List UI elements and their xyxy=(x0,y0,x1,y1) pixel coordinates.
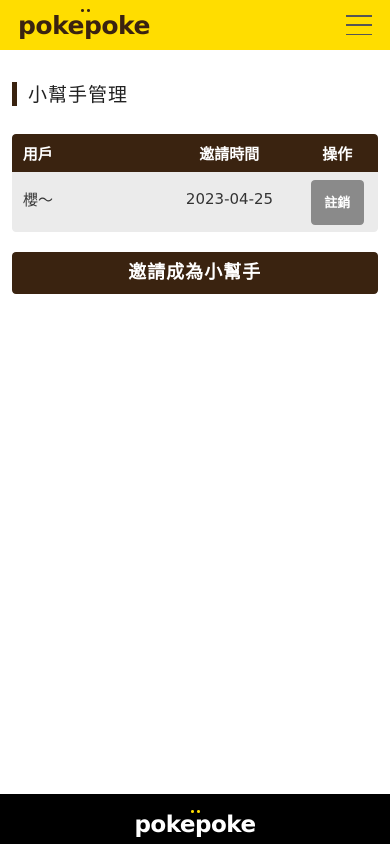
page-title: 小幫手管理 xyxy=(12,80,128,107)
footer-logo-text: pokepoke xyxy=(134,811,256,838)
page-title-text: 小幫手管理 xyxy=(28,84,129,106)
footer-logo-dots-icon xyxy=(191,809,201,814)
column-header-invite-time: 邀請時間 xyxy=(199,144,260,163)
hamburger-menu-icon[interactable] xyxy=(346,15,372,35)
helpers-table: 用戶 邀請時間 操作 櫻～ 2023-04-25 註銷 xyxy=(12,134,378,232)
invite-helper-button[interactable]: 邀請成為小幫手 xyxy=(12,252,378,294)
title-accent-bar xyxy=(12,81,17,106)
revoke-button[interactable]: 註銷 xyxy=(311,179,364,225)
table-header: 用戶 邀請時間 操作 xyxy=(12,134,378,172)
logo-dots-icon xyxy=(81,8,91,13)
app-footer: pokepoke xyxy=(0,794,390,844)
column-header-action: 操作 xyxy=(322,144,353,163)
header-logo-text: pokepoke xyxy=(18,10,150,40)
row-action-cell: 註銷 xyxy=(297,179,378,225)
footer-logo[interactable]: pokepoke xyxy=(134,809,256,838)
row-invite-time: 2023-04-25 xyxy=(185,190,274,208)
column-header-user: 用戶 xyxy=(23,144,54,163)
row-user: 櫻～ xyxy=(23,190,54,209)
table-row: 櫻～ 2023-04-25 註銷 xyxy=(12,172,378,232)
header-logo[interactable]: pokepoke xyxy=(18,8,150,40)
app-header: pokepoke xyxy=(0,0,390,50)
